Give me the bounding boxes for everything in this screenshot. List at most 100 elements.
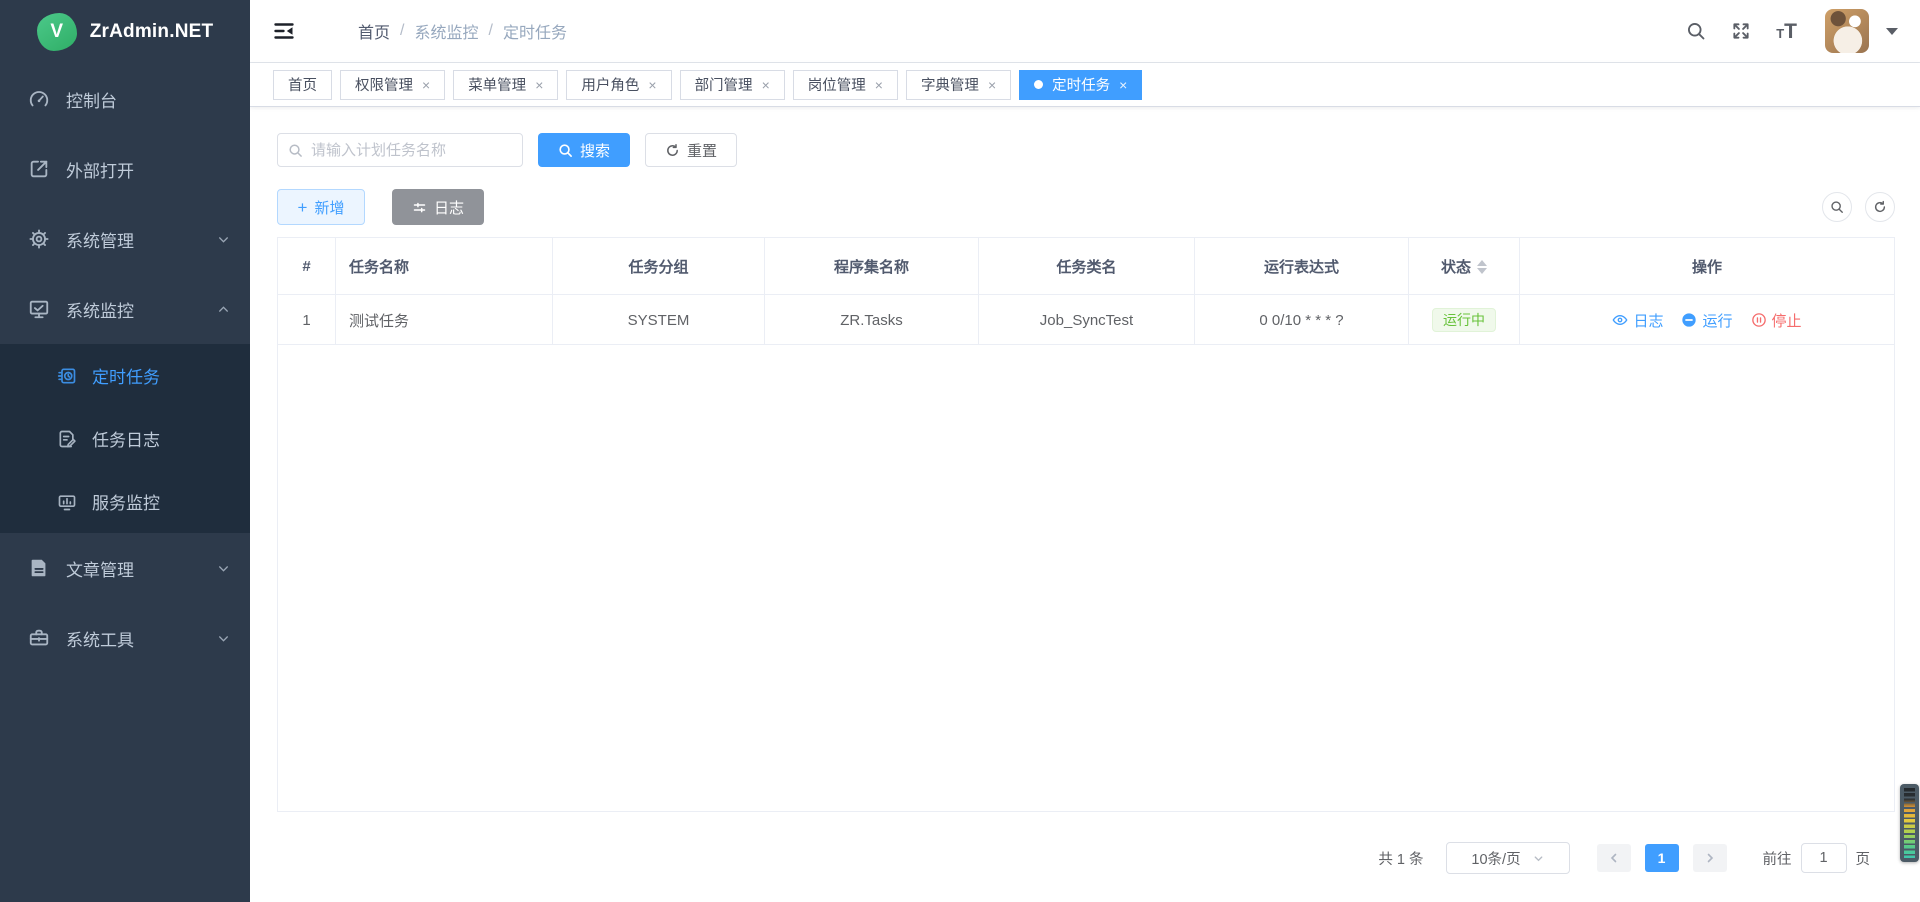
sidebar-item-label: 外部打开 <box>66 157 134 182</box>
sidebar-fold-icon[interactable] <box>272 19 296 43</box>
caret-down-icon[interactable] <box>1886 28 1898 35</box>
tab-position-management[interactable]: 岗位管理 × <box>793 70 898 100</box>
sidebar-submenu-system-monitor: 定时任务 任务日志 服务监控 <box>0 344 250 533</box>
tab-permission-management[interactable]: 权限管理 × <box>340 70 445 100</box>
reset-button[interactable]: 重置 <box>645 133 737 167</box>
goto-label: 前往 <box>1763 848 1792 869</box>
row-log-link[interactable]: 日志 <box>1612 310 1663 331</box>
chevron-up-icon <box>217 303 230 316</box>
sidebar-item-label: 文章管理 <box>66 556 134 581</box>
search-icon <box>1830 200 1844 214</box>
page-size-value: 10条/页 <box>1471 848 1520 869</box>
next-page-button[interactable] <box>1693 844 1727 872</box>
search-button[interactable]: 搜索 <box>538 133 630 167</box>
user-avatar[interactable] <box>1825 9 1869 53</box>
refresh-icon <box>1873 200 1887 214</box>
plus-icon: + <box>298 199 308 216</box>
sort-asc-icon[interactable] <box>1477 260 1487 266</box>
table-header-row: # 任务名称 任务分组 程序集名称 任务类名 运行表达式 状态 操作 <box>278 238 1894 295</box>
search-icon <box>558 143 573 158</box>
sidebar-item-scheduled-tasks[interactable]: 定时任务 <box>0 344 250 407</box>
breadcrumb-separator: / <box>488 22 492 40</box>
close-icon[interactable]: × <box>988 78 996 92</box>
sidebar-item-system-management[interactable]: 系统管理 <box>0 204 250 274</box>
sidebar-item-task-logs[interactable]: 任务日志 <box>0 407 250 470</box>
breadcrumb-scheduled-tasks: 定时任务 <box>503 19 567 43</box>
external-link-icon <box>28 158 50 180</box>
pause-circle-icon <box>1681 312 1697 328</box>
sidebar-item-article-management[interactable]: 文章管理 <box>0 533 250 603</box>
tab-home[interactable]: 首页 <box>273 70 332 100</box>
tab-label: 定时任务 <box>1052 74 1110 95</box>
sidebar-item-service-monitor[interactable]: 服务监控 <box>0 470 250 533</box>
main-area: 首页 / 系统监控 / 定时任务 TT 首页 权限管理 × 菜单管理 × 用户角… <box>250 0 1920 902</box>
refresh-icon <box>665 143 680 158</box>
close-icon[interactable]: × <box>762 78 770 92</box>
add-button[interactable]: + 新增 <box>277 189 365 225</box>
goto-page-input[interactable] <box>1801 843 1847 873</box>
search-input[interactable] <box>311 142 512 159</box>
sort-desc-icon[interactable] <box>1477 268 1487 274</box>
timer-icon <box>57 366 77 386</box>
app-logo[interactable]: V ZrAdmin.NET <box>0 0 250 64</box>
row-run-label: 运行 <box>1702 310 1732 331</box>
cell-assembly: ZR.Tasks <box>765 295 979 345</box>
close-icon[interactable]: × <box>535 78 543 92</box>
tab-department-management[interactable]: 部门管理 × <box>680 70 785 100</box>
refresh-table-button[interactable] <box>1865 192 1895 222</box>
sidebar-item-label: 定时任务 <box>92 363 160 388</box>
goto-unit-label: 页 <box>1856 848 1871 869</box>
close-icon[interactable]: × <box>875 78 883 92</box>
search-icon[interactable] <box>1686 21 1706 41</box>
log-button[interactable]: 日志 <box>392 189 484 225</box>
tab-scheduled-tasks[interactable]: 定时任务 × <box>1019 70 1142 100</box>
sidebar-item-external-open[interactable]: 外部打开 <box>0 134 250 204</box>
gear-icon <box>28 228 50 250</box>
sidebar-item-system-tools[interactable]: 系统工具 <box>0 603 250 673</box>
tab-label: 权限管理 <box>355 74 413 95</box>
font-size-icon[interactable]: TT <box>1776 21 1797 42</box>
row-run-link[interactable]: 运行 <box>1681 310 1732 331</box>
task-log-icon <box>57 429 77 449</box>
breadcrumb-system-monitor: 系统监控 <box>414 19 478 43</box>
table-row: 1 测试任务 SYSTEM ZR.Tasks Job_SyncTest 0 0/… <box>278 295 1894 345</box>
chevron-right-icon <box>1704 852 1716 864</box>
tab-dictionary-management[interactable]: 字典管理 × <box>906 70 1011 100</box>
performance-monitor-widget[interactable] <box>1900 784 1919 862</box>
sidebar: V ZrAdmin.NET 控制台 外部打开 系统管理 系统监控 定时任务 <box>0 0 250 902</box>
task-name-search-field[interactable] <box>277 133 523 167</box>
chevron-down-icon <box>217 562 230 575</box>
chevron-down-icon <box>1533 853 1544 864</box>
chevron-down-icon <box>217 632 230 645</box>
cell-index: 1 <box>278 295 336 345</box>
column-header-cron: 运行表达式 <box>1195 238 1409 295</box>
close-icon[interactable]: × <box>422 78 430 92</box>
column-header-job-class: 任务类名 <box>979 238 1195 295</box>
breadcrumb-home[interactable]: 首页 <box>358 19 390 43</box>
cell-actions: 日志 运行 停止 <box>1520 295 1894 345</box>
app-title: ZrAdmin.NET <box>90 21 214 43</box>
breadcrumb-separator: / <box>400 22 404 40</box>
chevron-left-icon <box>1608 852 1620 864</box>
close-icon[interactable]: × <box>648 78 656 92</box>
sort-carets[interactable] <box>1477 260 1487 274</box>
table-toolbar: + 新增 日志 <box>277 189 1895 225</box>
topbar-actions: TT <box>1686 9 1898 53</box>
cell-task-name: 测试任务 <box>336 295 553 345</box>
tab-menu-management[interactable]: 菜单管理 × <box>453 70 558 100</box>
page-size-select[interactable]: 10条/页 <box>1446 842 1570 874</box>
fullscreen-icon[interactable] <box>1731 21 1751 41</box>
pagination: 共 1 条 10条/页 1 前往 页 <box>277 842 1870 874</box>
column-header-task-name: 任务名称 <box>336 238 553 295</box>
page-number-1[interactable]: 1 <box>1645 844 1679 872</box>
tasks-table: # 任务名称 任务分组 程序集名称 任务类名 运行表达式 状态 操作 1 测试任… <box>277 237 1895 812</box>
sidebar-item-dashboard[interactable]: 控制台 <box>0 64 250 134</box>
sidebar-item-system-monitor[interactable]: 系统监控 <box>0 274 250 344</box>
toggle-search-button[interactable] <box>1822 192 1852 222</box>
close-icon[interactable]: × <box>1119 78 1127 92</box>
tab-label: 部门管理 <box>695 74 753 95</box>
column-header-status-label: 状态 <box>1441 256 1471 277</box>
tab-user-roles[interactable]: 用户角色 × <box>566 70 671 100</box>
prev-page-button[interactable] <box>1597 844 1631 872</box>
row-stop-link[interactable]: 停止 <box>1751 310 1802 331</box>
